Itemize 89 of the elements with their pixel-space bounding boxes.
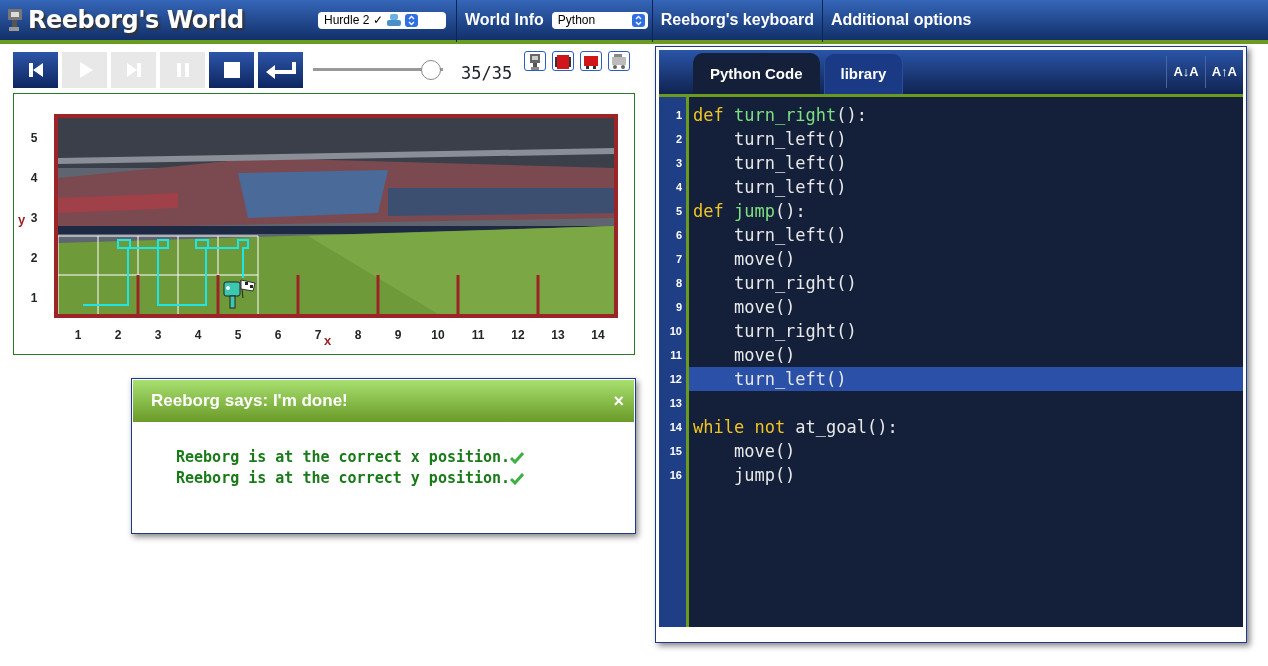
code-line: while not at_goal(): bbox=[692, 416, 899, 439]
wall bbox=[456, 275, 460, 314]
line-number: 6 bbox=[674, 228, 683, 243]
language-select[interactable]: Python bbox=[551, 11, 648, 29]
editor-tab[interactable]: library bbox=[823, 52, 904, 94]
wall bbox=[136, 275, 140, 314]
line-number: 14 bbox=[668, 420, 683, 435]
code-line: move() bbox=[732, 248, 797, 271]
axis-label: 3 bbox=[154, 328, 162, 342]
axis-label: 2 bbox=[114, 328, 122, 342]
wall-icon bbox=[555, 52, 571, 70]
line-number: 2 bbox=[674, 132, 683, 147]
tool-button[interactable] bbox=[580, 51, 602, 71]
axis-label: 2 bbox=[29, 250, 39, 267]
axis-label: 3 bbox=[30, 210, 38, 227]
message-text: Reeborg is at the correct y position. bbox=[176, 468, 511, 489]
line-number: 1 bbox=[674, 108, 683, 123]
axis-label: 4 bbox=[194, 328, 202, 342]
code-line: turn_left() bbox=[732, 128, 848, 151]
axis-label: 14 bbox=[591, 328, 605, 342]
axis-label: 5 bbox=[234, 328, 242, 342]
line-number: 13 bbox=[668, 396, 683, 411]
line-number: 12 bbox=[668, 372, 683, 387]
axis-label: 13 bbox=[551, 328, 565, 342]
menu-link[interactable]: World Info bbox=[456, 0, 552, 42]
wall bbox=[216, 275, 220, 314]
stop-button[interactable] bbox=[209, 51, 254, 88]
axis-label: 7 bbox=[314, 328, 322, 342]
menu-link[interactable]: Reeborg's keyboard bbox=[651, 0, 822, 42]
world-select[interactable]: Hurdle 2 ✓ bbox=[318, 11, 446, 29]
axis-title: x bbox=[324, 332, 332, 350]
line-number: 3 bbox=[674, 156, 683, 171]
tool-button[interactable] bbox=[552, 51, 574, 71]
axis-label: 9 bbox=[394, 328, 402, 342]
step-counter: 35/35 bbox=[461, 61, 513, 85]
checkmark-icon bbox=[510, 451, 525, 464]
line-number: 7 bbox=[674, 252, 683, 267]
line-number: 5 bbox=[674, 204, 683, 219]
axis-label: 12 bbox=[511, 328, 525, 342]
code-line: turn_right() bbox=[732, 272, 858, 295]
tool-button[interactable] bbox=[524, 51, 546, 71]
checkmark-icon bbox=[510, 472, 525, 485]
code-line: jump() bbox=[732, 464, 797, 487]
reload-button[interactable] bbox=[13, 51, 58, 88]
axis-label: 10 bbox=[431, 328, 445, 342]
line-number: 15 bbox=[668, 444, 683, 459]
message-text: Reeborg is at the correct x position. bbox=[176, 447, 511, 468]
flag-icon bbox=[240, 279, 256, 299]
app-logo: Reeborg's World bbox=[28, 5, 244, 36]
code-line: def jump(): bbox=[692, 200, 807, 223]
wall bbox=[376, 275, 380, 314]
code-line: turn_left() bbox=[732, 176, 848, 199]
cart-icon bbox=[611, 52, 627, 70]
return-button[interactable] bbox=[258, 51, 303, 88]
font-size-button[interactable]: A↓A bbox=[1166, 56, 1205, 88]
line-number: 9 bbox=[674, 300, 683, 315]
axis-label: 8 bbox=[354, 328, 362, 342]
line-number: 4 bbox=[674, 180, 683, 195]
font-size-button[interactable]: A↑A bbox=[1204, 56, 1243, 88]
axis-label: 5 bbox=[29, 130, 39, 147]
dropdown-icon bbox=[404, 13, 418, 27]
code-line: move() bbox=[732, 440, 797, 463]
line-number: 16 bbox=[668, 468, 683, 483]
editor-tab[interactable]: Python Code bbox=[693, 52, 820, 94]
line-number: 11 bbox=[669, 348, 683, 363]
code-line: def turn_right(): bbox=[692, 104, 869, 127]
line-number: 10 bbox=[668, 324, 683, 339]
dialog-title: Reeborg says: I'm done! bbox=[151, 390, 348, 413]
robot-icon bbox=[6, 8, 24, 32]
robot-icon bbox=[527, 52, 543, 70]
wall bbox=[536, 275, 540, 314]
axis-label: 11 bbox=[471, 328, 485, 342]
code-line: move() bbox=[732, 344, 797, 367]
axis-title: y bbox=[18, 211, 26, 229]
code-line: turn_right() bbox=[732, 320, 858, 343]
line-number: 8 bbox=[674, 276, 683, 291]
robot-icon bbox=[223, 281, 241, 309]
dropdown-icon bbox=[631, 13, 645, 27]
tool-button[interactable] bbox=[608, 51, 630, 71]
axis-label: 1 bbox=[74, 328, 82, 342]
code-line: turn_left() bbox=[732, 224, 848, 247]
code-line: move() bbox=[732, 296, 797, 319]
code-line: turn_left() bbox=[732, 152, 848, 175]
axis-label: 6 bbox=[274, 328, 282, 342]
wall bbox=[296, 275, 300, 314]
axis-label: 4 bbox=[29, 170, 39, 187]
axis-label: 1 bbox=[29, 290, 39, 307]
robot-icon bbox=[385, 13, 402, 27]
menu-link[interactable]: Additional options bbox=[822, 0, 980, 42]
